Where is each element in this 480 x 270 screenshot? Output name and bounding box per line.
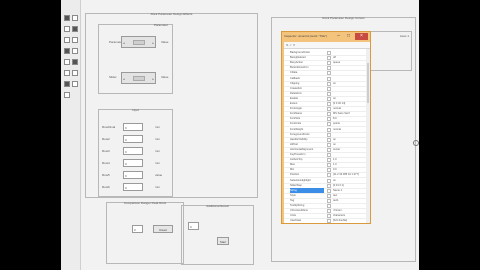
property-value[interactable]: [0x0 double] bbox=[333, 219, 366, 222]
input-row-label: Row01val bbox=[102, 125, 116, 129]
parameter-panel-title: Parameter bbox=[153, 23, 168, 27]
left-panel-title: Rock Parameter Design Effects bbox=[150, 12, 193, 16]
axes-tool-icon[interactable] bbox=[72, 70, 78, 76]
slider-right-arrow-icon[interactable]: ▸ bbox=[152, 77, 154, 81]
bottom-slider[interactable]: ◂ ▸ bbox=[121, 72, 156, 84]
property-edit-icon[interactable] bbox=[327, 219, 331, 223]
slider-left-arrow-icon[interactable]: ◂ bbox=[123, 41, 125, 45]
left-panel[interactable]: Rock Parameter Design Effects Parameter … bbox=[85, 12, 258, 198]
inspector-toolbar-icons[interactable]: ⇅ ✓ ✕ bbox=[286, 43, 295, 47]
checkbox-tool-icon[interactable] bbox=[64, 37, 70, 43]
inspector-toolbar: ⇅ ✓ ✕ bbox=[284, 42, 370, 49]
move-cursor-icon bbox=[413, 140, 419, 146]
input-row-unit: mm bbox=[155, 161, 160, 165]
toggle-button-tool-icon[interactable] bbox=[72, 59, 78, 65]
input-row-unit: mm bbox=[155, 149, 160, 153]
radio-button-tool-icon[interactable] bbox=[72, 26, 78, 32]
scrollbar-thumb[interactable] bbox=[367, 63, 369, 103]
input-row-label: Row6 bbox=[102, 185, 110, 189]
top-edit-label2: Value bbox=[161, 40, 169, 44]
input-row-label: Row2 bbox=[102, 137, 110, 141]
input-row-label: Row3 bbox=[102, 149, 110, 153]
input-panel[interactable]: Input Row01val 0 mm Row2 0 mm Row3 0 mm Row4 0 mm Ro… bbox=[98, 108, 173, 197]
input-row-unit: value bbox=[155, 173, 163, 177]
table-tool-icon[interactable] bbox=[64, 70, 70, 76]
right-panel-title: Rock Parameter Design Curves bbox=[322, 16, 365, 20]
property-list[interactable]: BackgroundColor BeingDeleted off BusyAction… bbox=[284, 49, 370, 223]
edit-text-tool-icon[interactable] bbox=[72, 37, 78, 43]
slider-label-right: Value bbox=[161, 75, 169, 79]
input-row-field[interactable]: 0 bbox=[123, 147, 143, 155]
panel-tool-icon[interactable] bbox=[64, 81, 70, 87]
slider-thumb[interactable] bbox=[133, 40, 145, 45]
input-row-label: Row5 bbox=[102, 173, 110, 177]
guide-editor-screen: Rock Parameter Design Effects Parameter … bbox=[61, 0, 419, 270]
property-list-scrollbar[interactable] bbox=[366, 49, 370, 223]
input-row-unit: mm bbox=[155, 125, 160, 129]
property-name: UserData bbox=[290, 219, 301, 223]
button-group-tool-icon[interactable] bbox=[72, 81, 78, 87]
additional-panel-title: Additional Result bbox=[206, 204, 229, 208]
property-inspector-window[interactable]: Inspector: uicontrol (text1 "Title") – □… bbox=[281, 31, 371, 224]
comparison-field[interactable]: 0 bbox=[132, 225, 143, 233]
listbox-tool-icon[interactable] bbox=[64, 59, 70, 65]
parameter-panel[interactable]: Parameter Parameter ◂ ▸ Value Slider ◂ ▸… bbox=[98, 23, 173, 94]
axes-label: Axes 1 bbox=[399, 34, 409, 38]
comparison-panel-title: Comparison Danger Peak Rock bbox=[123, 201, 167, 205]
input-panel-title: Input bbox=[132, 108, 139, 112]
input-row-label: Row4 bbox=[102, 161, 110, 165]
close-button[interactable]: × bbox=[355, 33, 368, 40]
slider-left-arrow-icon[interactable]: ◂ bbox=[123, 77, 125, 81]
additional-field[interactable]: 0 bbox=[188, 222, 199, 230]
slider-tool-icon[interactable] bbox=[64, 26, 70, 32]
static-text-tool-icon[interactable] bbox=[64, 48, 70, 54]
top-slider[interactable]: ◂ ▸ bbox=[121, 36, 156, 48]
start-button[interactable]: Start bbox=[217, 237, 229, 245]
input-row-unit: mm bbox=[155, 185, 160, 189]
push-button-tool-icon[interactable] bbox=[72, 15, 78, 21]
input-row-field[interactable]: 0 bbox=[123, 159, 143, 167]
component-palette bbox=[61, 0, 81, 270]
comparison-panel[interactable]: Comparison Danger Peak Rock 0 Read bbox=[106, 201, 184, 264]
slider-right-arrow-icon[interactable]: ▸ bbox=[152, 41, 154, 45]
popup-menu-tool-icon[interactable] bbox=[72, 48, 78, 54]
activex-tool-icon[interactable] bbox=[64, 92, 70, 98]
additional-panel[interactable]: Additional Result 0 Start bbox=[181, 204, 254, 265]
input-row-field[interactable]: 0 bbox=[123, 123, 143, 131]
property-row[interactable]: UserData [0x0 double] bbox=[284, 217, 366, 223]
input-row-unit: mm bbox=[155, 137, 160, 141]
input-row-field[interactable]: 0 bbox=[123, 135, 143, 143]
slider-thumb[interactable] bbox=[133, 76, 145, 81]
read-button[interactable]: Read bbox=[153, 225, 173, 233]
input-row-field[interactable]: 0 bbox=[123, 171, 143, 179]
maximize-button[interactable]: □ bbox=[345, 33, 352, 40]
input-row-field[interactable]: 0 bbox=[123, 183, 143, 191]
minimize-button[interactable]: – bbox=[335, 33, 342, 40]
select-tool-icon[interactable] bbox=[64, 15, 70, 21]
slider-label: Slider bbox=[109, 75, 117, 79]
